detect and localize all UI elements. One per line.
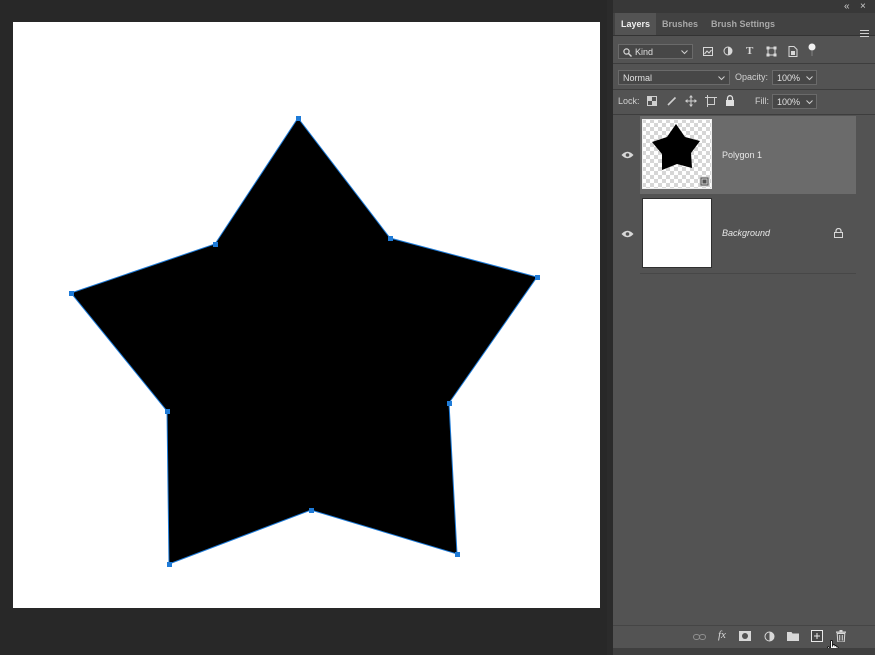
filter-kind-select[interactable]: Kind: [618, 44, 693, 59]
anchor-point: [296, 116, 301, 121]
layer-name[interactable]: Background: [722, 228, 770, 238]
chevron-down-icon[interactable]: [806, 76, 813, 81]
anchor-point: [165, 409, 170, 414]
divider: [613, 114, 875, 115]
star-shape[interactable]: [13, 22, 600, 608]
chevron-down-icon: [718, 76, 725, 81]
document-canvas[interactable]: [13, 22, 600, 608]
collapse-panels-button[interactable]: «: [844, 0, 850, 13]
divider: [613, 63, 875, 64]
search-icon: [623, 48, 632, 57]
layer-name[interactable]: Polygon 1: [722, 150, 762, 160]
document-workspace[interactable]: [0, 0, 613, 655]
visibility-eye-icon[interactable]: [621, 230, 634, 238]
lock-transparent-pixels-icon[interactable]: [647, 96, 657, 106]
adjustment-layer-filter-icon[interactable]: [723, 46, 733, 56]
lock-artboard-icon[interactable]: [705, 95, 717, 107]
anchor-point: [535, 275, 540, 280]
panel-menu-icon[interactable]: [860, 30, 869, 37]
tab-layers[interactable]: Layers: [615, 13, 657, 35]
tab-brush-settings[interactable]: Brush Settings: [705, 13, 781, 35]
anchor-point: [213, 242, 218, 247]
layer-thumbnail: [642, 198, 712, 268]
fill-value: 100%: [777, 97, 801, 107]
layer-lock-icon[interactable]: [834, 228, 843, 238]
shape-layer-filter-icon[interactable]: [766, 46, 777, 57]
star-polygon[interactable]: [70, 117, 538, 565]
layer-thumbnail: [642, 119, 712, 189]
fx-icon[interactable]: fx: [718, 629, 726, 641]
lock-all-icon[interactable]: [725, 95, 735, 106]
fill-label: Fill:: [755, 96, 769, 106]
link-layers-icon[interactable]: [693, 633, 706, 641]
anchor-point: [69, 291, 74, 296]
smart-object-filter-icon[interactable]: [788, 46, 798, 57]
divider: [613, 89, 875, 90]
opacity-value: 100%: [777, 73, 801, 83]
blend-mode-value: Normal: [623, 73, 653, 83]
chevron-down-icon[interactable]: [806, 100, 813, 105]
anchor-point: [309, 508, 314, 513]
anchor-point: [447, 401, 452, 406]
layer-row-background[interactable]: Background: [640, 195, 856, 273]
chevron-down-icon: [681, 50, 688, 55]
anchor-point: [455, 552, 460, 557]
new-layer-icon[interactable]: [811, 630, 823, 642]
blend-mode-select[interactable]: Normal: [618, 70, 730, 85]
anchor-point: [388, 236, 393, 241]
filter-kind-value: Kind: [635, 47, 654, 57]
filter-toggle-icon[interactable]: [808, 43, 816, 57]
add-mask-icon[interactable]: [739, 631, 751, 641]
panel-bottom-strip: [613, 648, 875, 655]
type-layer-filter-icon[interactable]: T: [746, 45, 753, 57]
lock-row: Lock: Fill: 100%: [613, 91, 875, 113]
new-adjustment-icon[interactable]: [764, 631, 775, 642]
new-group-icon[interactable]: [787, 631, 799, 641]
visibility-eye-icon[interactable]: [621, 151, 634, 159]
lock-label: Lock:: [618, 96, 640, 106]
opacity-label: Opacity:: [735, 72, 769, 82]
panel-title-strip: « ×: [613, 0, 875, 13]
pixel-layer-filter-icon[interactable]: [703, 47, 713, 56]
filter-row: Kind T: [613, 41, 875, 63]
fill-input[interactable]: 100%: [772, 94, 817, 109]
anchor-point: [167, 562, 172, 567]
lock-image-pixels-icon[interactable]: [667, 96, 677, 106]
layer-row-polygon-1[interactable]: Polygon 1: [640, 116, 856, 194]
layers-footer: fx: [613, 625, 875, 654]
tab-brushes[interactable]: Brushes: [656, 13, 704, 35]
close-panel-button[interactable]: ×: [860, 0, 866, 13]
divider: [640, 273, 856, 274]
layers-panel: « × Layers Brushes Brush Settings Kind T…: [613, 0, 875, 655]
panel-tabs: Layers Brushes Brush Settings: [613, 13, 875, 37]
lock-position-icon[interactable]: [685, 95, 697, 107]
opacity-input[interactable]: 100%: [772, 70, 817, 85]
blend-row: Normal Opacity: 100%: [613, 67, 875, 89]
